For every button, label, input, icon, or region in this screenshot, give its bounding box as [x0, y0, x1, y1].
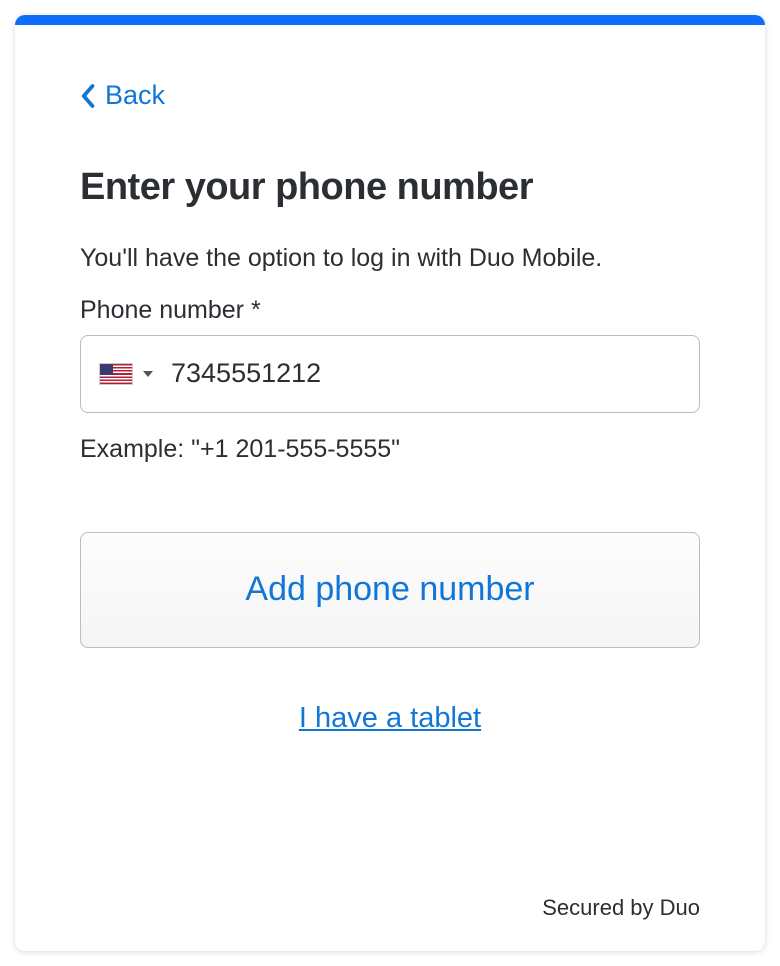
page-title: Enter your phone number: [80, 166, 700, 209]
content-area: Back Enter your phone number You'll have…: [15, 25, 765, 951]
i-have-a-tablet-link[interactable]: I have a tablet: [80, 702, 700, 735]
back-label: Back: [105, 80, 165, 111]
dialog-card: Back Enter your phone number You'll have…: [15, 15, 765, 951]
country-select[interactable]: [99, 363, 171, 385]
secured-by-text: Secured by Duo: [80, 895, 700, 921]
accent-bar: [15, 15, 765, 25]
back-button[interactable]: Back: [80, 80, 165, 111]
phone-field-label: Phone number *: [80, 296, 700, 325]
page-subtitle: You'll have the option to log in with Du…: [80, 239, 700, 278]
phone-number-input[interactable]: [171, 358, 681, 389]
add-phone-number-button[interactable]: Add phone number: [80, 532, 700, 648]
phone-input-group: [80, 335, 700, 413]
chevron-left-icon: [80, 83, 95, 109]
example-text: Example: "+1 201-555-5555": [80, 435, 700, 464]
dropdown-caret-icon: [143, 371, 153, 377]
us-flag-icon: [99, 363, 133, 385]
